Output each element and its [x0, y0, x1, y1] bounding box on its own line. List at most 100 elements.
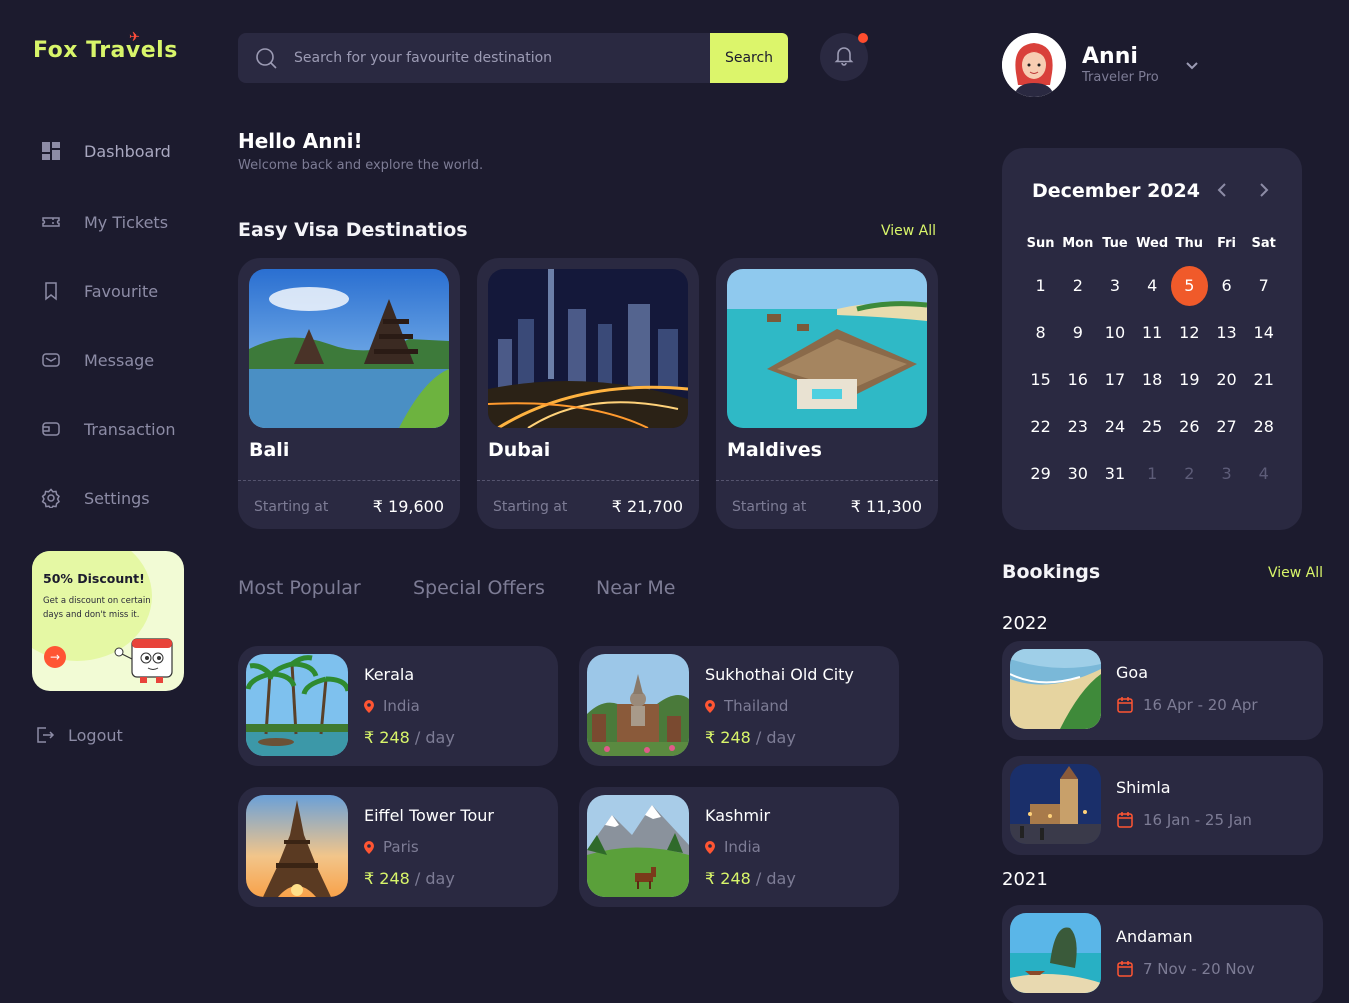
search-input[interactable] [294, 33, 744, 83]
sidebar-item-settings[interactable]: Settings [40, 487, 150, 509]
destination-price: ₹ 248 / day [364, 728, 455, 747]
calendar-day-number: 8 [1035, 323, 1046, 342]
calendar-day[interactable]: 19 [1171, 356, 1208, 403]
chevron-right-icon[interactable] [1254, 181, 1272, 203]
calendar-day-next-month[interactable]: 4 [1245, 450, 1282, 497]
calendar-day[interactable]: 27 [1208, 403, 1245, 450]
calendar-day[interactable]: 25 [1134, 403, 1171, 450]
sidebar-item-label: Settings [84, 488, 150, 508]
search-button[interactable]: Search [710, 33, 788, 83]
divider [238, 480, 460, 481]
logout-button[interactable]: Logout [34, 724, 123, 746]
calendar-day-next-month[interactable]: 1 [1134, 450, 1171, 497]
calendar-day-number: 7 [1258, 276, 1269, 295]
sidebar-item-transaction[interactable]: Transaction [40, 418, 176, 440]
chevron-down-icon[interactable] [1183, 56, 1201, 78]
calendar-day[interactable]: 30 [1059, 450, 1096, 497]
arrow-right-icon[interactable]: → [44, 646, 66, 668]
logout-icon [34, 724, 56, 746]
calendar-day[interactable]: 21 [1245, 356, 1282, 403]
ticket-icon [40, 211, 62, 233]
bali-image [249, 269, 449, 428]
bell-icon [833, 44, 855, 70]
sidebar-item-favourite[interactable]: Favourite [40, 280, 158, 302]
calendar-day[interactable]: 17 [1096, 356, 1133, 403]
sidebar-item-label: Favourite [84, 281, 159, 301]
popular-card-kerala[interactable]: Kerala India ₹ 248 / day [238, 646, 558, 766]
greeting-subtitle: Welcome back and explore the world. [238, 158, 484, 173]
calendar-day[interactable]: 6 [1208, 262, 1245, 309]
booking-year: 2022 [1002, 613, 1048, 634]
sidebar-item-message[interactable]: Message [40, 349, 154, 371]
calendar-day[interactable]: 13 [1208, 309, 1245, 356]
popular-card-eiffel[interactable]: Eiffel Tower Tour Paris ₹ 248 / day [238, 787, 558, 907]
calendar-day[interactable]: 3 [1096, 262, 1133, 309]
bookings-view-all-link[interactable]: View All [1268, 565, 1323, 581]
chevron-left-icon[interactable] [1214, 181, 1232, 203]
starting-label: Starting at [493, 499, 568, 515]
calendar-day[interactable]: 28 [1245, 403, 1282, 450]
calendar-day[interactable]: 14 [1245, 309, 1282, 356]
booking-card-shimla[interactable]: Shimla 16 Jan - 25 Jan [1002, 756, 1323, 855]
avatar[interactable] [1002, 33, 1066, 97]
popular-card-sukhothai[interactable]: Sukhothai Old City Thailand ₹ 248 / day [579, 646, 899, 766]
sidebar-item-dashboard[interactable]: Dashboard [40, 140, 171, 162]
tab-special-offers[interactable]: Special Offers [413, 577, 545, 599]
calendar-day[interactable]: 8 [1022, 309, 1059, 356]
kashmir-image [587, 795, 689, 897]
calendar-day[interactable]: 16 [1059, 356, 1096, 403]
andaman-image [1010, 913, 1101, 993]
calendar-day-number: 31 [1104, 464, 1126, 483]
calendar-day-today[interactable]: 5 [1170, 262, 1208, 309]
sidebar-item-my-tickets[interactable]: My Tickets [40, 211, 168, 233]
visa-card-bali[interactable]: Bali Starting at ₹ 19,600 [238, 258, 460, 529]
calendar-day-next-month[interactable]: 3 [1208, 450, 1245, 497]
calendar-day-next-month[interactable]: 2 [1171, 450, 1208, 497]
shimla-image [1010, 764, 1101, 844]
calendar-day-number: 1 [1147, 464, 1158, 483]
calendar-day[interactable]: 12 [1171, 309, 1208, 356]
calendar-day[interactable]: 23 [1059, 403, 1096, 450]
calendar-day[interactable]: 2 [1059, 262, 1096, 309]
gear-icon [40, 487, 62, 509]
calendar-day[interactable]: 20 [1208, 356, 1245, 403]
booking-card-goa[interactable]: Goa 16 Apr - 20 Apr [1002, 641, 1323, 740]
goa-image [1010, 649, 1101, 729]
visa-card-maldives[interactable]: Maldives Starting at ₹ 11,300 [716, 258, 938, 529]
calendar-day[interactable]: 9 [1059, 309, 1096, 356]
calendar-day[interactable]: 18 [1134, 356, 1171, 403]
discount-promo-card[interactable]: 50% Discount! Get a discount on certain … [32, 551, 184, 691]
calendar-day[interactable]: 26 [1171, 403, 1208, 450]
calendar-day-number: 11 [1141, 323, 1163, 342]
destination-location: Thailand [705, 697, 788, 715]
calendar-day[interactable]: 10 [1096, 309, 1133, 356]
calendar-day[interactable]: 7 [1245, 262, 1282, 309]
calendar-day[interactable]: 29 [1022, 450, 1059, 497]
destination-location: India [705, 838, 761, 856]
destination-location: Paris [364, 838, 419, 856]
calendar-day[interactable]: 1 [1022, 262, 1059, 309]
app-logo[interactable]: Fox Travels ✈ [33, 30, 178, 63]
calendar-day[interactable]: 11 [1134, 309, 1171, 356]
logout-label: Logout [68, 725, 123, 745]
visa-card-dubai[interactable]: Dubai Starting at ₹ 21,700 [477, 258, 699, 529]
calendar-day[interactable]: 4 [1134, 262, 1171, 309]
visa-view-all-link[interactable]: View All [881, 223, 936, 239]
destination-name: Sukhothai Old City [705, 665, 854, 684]
calendar-weekday: Mon [1062, 236, 1094, 251]
calendar-day[interactable]: 15 [1022, 356, 1059, 403]
booking-card-andaman[interactable]: Andaman 7 Nov - 20 Nov [1002, 905, 1323, 1003]
calendar-day[interactable]: 24 [1096, 403, 1133, 450]
plane-icon: ✈ [129, 30, 141, 45]
tab-most-popular[interactable]: Most Popular [238, 577, 361, 599]
calendar-day[interactable]: 22 [1022, 403, 1059, 450]
notifications-button[interactable] [820, 33, 868, 81]
promo-text: Get a discount on certain days and don't… [43, 596, 151, 620]
popular-card-kashmir[interactable]: Kashmir India ₹ 248 / day [579, 787, 899, 907]
booking-year: 2021 [1002, 869, 1048, 890]
calendar-widget: December 2024 Sun Mon Tue Wed Thu Fri Sat 1 2 3 4 5… [1002, 148, 1302, 530]
booking-dates: 7 Nov - 20 Nov [1116, 960, 1255, 978]
calendar-day[interactable]: 31 [1096, 450, 1133, 497]
tab-near-me[interactable]: Near Me [596, 577, 675, 599]
notification-badge [858, 33, 868, 43]
